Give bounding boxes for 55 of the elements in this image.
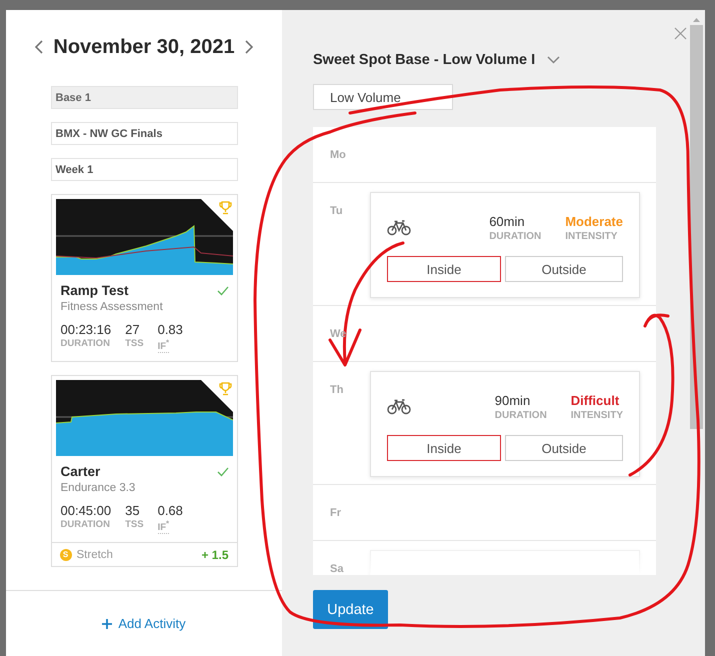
day-label: Mo [329,148,347,163]
chevron-left-icon[interactable] [34,40,44,54]
intensity-value: Moderate [565,214,623,229]
workout-name: Carter [60,464,100,480]
close-icon[interactable] [674,27,687,40]
duration-label: DURATION [494,410,548,421]
stretch-value: + 1.5 [201,548,228,562]
chevron-down-icon[interactable] [547,56,560,64]
plus-icon [102,618,112,628]
stat-label: DURATION [60,519,110,530]
stretch-label: Stretch [76,548,114,561]
stat-value: 0.68 [158,503,183,518]
trophy-icon [218,201,232,215]
stat-label: TSS [125,338,144,349]
day-label: Sa [329,562,344,575]
stat-label: IF$^{*}$ [158,338,170,354]
stat-label: IF$^{*}$ [158,519,170,534]
text-field[interactable]: BMX - NW GC Finals [50,122,238,145]
chevron-right-icon[interactable] [244,40,254,54]
workout-category: Endurance 3.3 [60,482,136,494]
text-field[interactable]: Week 1 [50,158,238,181]
duration-label: DURATION [489,231,542,242]
trophy-icon [218,382,232,396]
scroll-up-icon[interactable] [693,18,700,22]
workout-name: Ramp Test [60,283,129,298]
stat-value: 00:45:00 [60,503,112,518]
bicycle-icon [387,399,411,415]
add-activity-link[interactable]: Add Activity [102,616,186,631]
date-title: November 30, 2021 [53,36,235,58]
stretch-badge: S [60,548,72,561]
inside-button[interactable]: Inside [387,435,501,461]
duration-value: 90min [494,393,532,408]
day-label: Tu [329,204,344,219]
update-button[interactable]: Update [313,590,388,629]
stat-label: TSS [125,519,144,530]
intensity-label: INTENSITY [570,410,623,421]
intensity-value: Difficult [570,393,620,408]
stat-label: DURATION [60,338,110,349]
outside-button[interactable]: Outside [505,435,623,461]
intensity-label: INTENSITY [565,231,618,242]
duration-value: 60min [489,214,526,229]
stat-value: 35 [125,503,141,518]
stat-value: 00:23:16 [60,322,112,337]
bicycle-icon [387,220,411,236]
workout-category: Fitness Assessment [60,301,164,313]
plan-title: Sweet Spot Base - Low Volume I [313,52,536,68]
stat-value: 27 [125,322,141,337]
day-label: Fr [329,506,342,521]
workout-card[interactable]: Carter Endurance 3.3 00:45:00 DURATION 35 TSS 0.68 IF$^{*}$ S Stretch + 1.5 [50,375,238,568]
stat-value: 0.83 [158,322,183,337]
inside-button[interactable]: Inside [387,256,501,282]
workout-card[interactable]: Ramp Test Fitness Assessment 00:23:16 DURATION 27 TSS 0.83 IF$^{*}$ [50,194,238,362]
outside-button[interactable]: Outside [505,256,623,282]
volume-dropdown[interactable]: Low Volume [313,84,453,110]
day-label: Th [329,383,344,398]
